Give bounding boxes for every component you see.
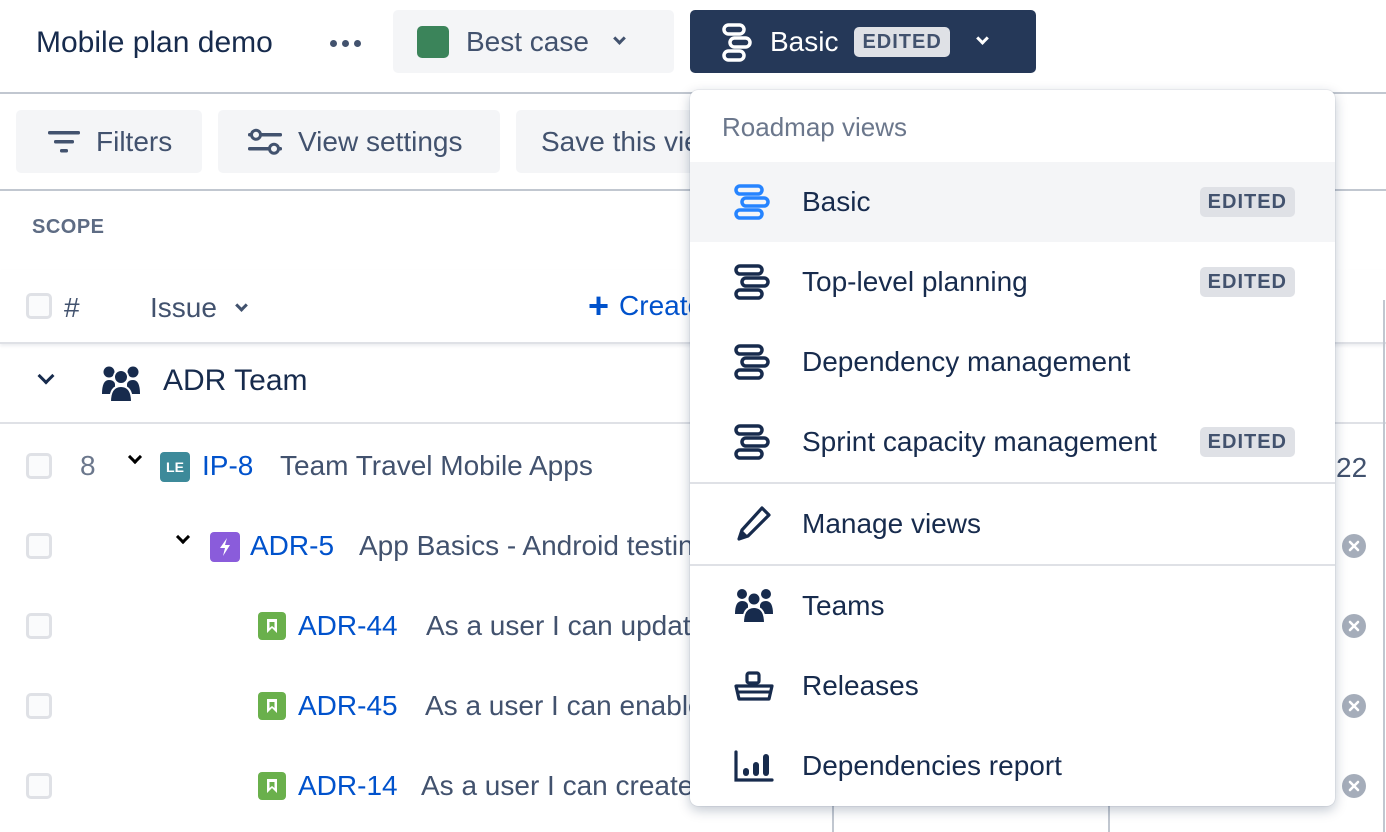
teams-icon [735,589,773,624]
row-checkbox[interactable] [26,453,52,479]
edited-badge: EDITED [854,26,950,57]
column-divider [1383,300,1385,832]
edited-badge: EDITED [1199,187,1295,217]
menu-item-label: Dependency management [802,346,1131,377]
view-settings-button[interactable]: View settings [218,110,500,173]
issue-key[interactable]: ADR-45 [298,690,398,722]
more-dots-icon [341,39,349,47]
column-divider [832,806,834,832]
top-bar: Mobile plan demo Best case Basic EDITED [0,0,1386,94]
menu-item-sprint-capacity-management[interactable]: Sprint capacity management EDITED [690,402,1335,482]
scenario-color-swatch [417,25,449,58]
create-label: Create [619,290,698,321]
chevron-down-icon [235,298,248,312]
story-bookmark-icon [258,772,286,800]
plan-title: Mobile plan demo [36,26,273,59]
pencil-icon [737,506,771,541]
issue-summary[interactable]: As a user I can create [421,770,693,802]
teams-icon [102,366,140,403]
menu-item-label: Teams [802,590,885,621]
current-view-label: Basic [770,25,839,57]
save-view-button[interactable]: Save this view [516,110,716,173]
row-checkbox[interactable] [26,773,52,799]
bar-chart-icon [734,750,774,782]
menu-item-label: Basic [802,186,871,217]
issue-key[interactable]: IP-8 [202,450,253,482]
row-checkbox[interactable] [26,533,52,559]
ship-icon [734,671,774,701]
menu-item-label: Top-level planning [802,266,1028,297]
menu-item-label: Releases [802,670,919,701]
roadmap-view-icon [734,344,770,380]
menu-item-teams[interactable]: Teams [690,566,1335,646]
menu-heading: Roadmap views [722,112,907,142]
roadmap-view-icon [734,264,770,300]
menu-item-releases[interactable]: Releases [690,646,1335,726]
epic-lightning-icon [210,532,240,562]
remove-icon[interactable] [1342,694,1366,718]
edited-badge: EDITED [1199,427,1295,457]
remove-icon[interactable] [1342,774,1366,798]
issue-key[interactable]: ADR-5 [250,530,334,562]
date-cell: 22 [1336,452,1368,483]
expand-chevron-icon[interactable] [175,529,191,545]
scope-heading: SCOPE [32,216,105,238]
more-actions-button[interactable] [318,24,372,62]
scenario-dropdown[interactable]: Best case [393,10,674,73]
more-dots-icon [353,39,361,47]
menu-item-top-level-planning[interactable]: Top-level planning EDITED [690,242,1335,322]
plus-icon: + [588,290,610,322]
collapse-chevron-icon[interactable] [37,367,55,385]
issue-key[interactable]: ADR-14 [298,770,398,802]
chevron-down-icon [613,32,626,45]
filter-icon [48,130,80,152]
view-dropdown-button[interactable]: Basic EDITED [690,10,1036,73]
roadmap-view-icon [734,424,770,460]
issue-summary[interactable]: Team Travel Mobile Apps [280,450,593,482]
filters-label: Filters [96,125,173,157]
issue-column-header[interactable]: Issue [150,292,248,324]
expand-chevron-icon[interactable] [127,449,143,465]
menu-item-dependencies-report[interactable]: Dependencies report [690,726,1335,806]
chevron-down-icon [975,32,989,45]
team-name: ADR Team [163,364,308,397]
view-settings-label: View settings [298,125,463,157]
sliders-icon [248,128,282,155]
more-dots-icon [329,39,337,47]
roadmap-view-icon [722,22,752,62]
create-issue-button[interactable]: + Create [588,290,698,322]
menu-item-basic[interactable]: Basic EDITED [690,162,1335,242]
menu-item-label: Sprint capacity management [802,426,1157,457]
edited-badge: EDITED [1199,267,1295,297]
remove-icon[interactable] [1342,534,1366,558]
filters-button[interactable]: Filters [16,110,202,173]
issue-summary[interactable]: As a user I can update [426,610,706,642]
rank-number: 8 [80,450,96,481]
roadmap-view-icon [734,184,770,220]
row-checkbox[interactable] [26,693,52,719]
column-divider [1108,806,1110,832]
issue-column-label: Issue [150,292,217,323]
menu-item-label: Dependencies report [802,750,1062,781]
level-le-icon: LE [160,452,190,482]
menu-item-manage-views[interactable]: Manage views [690,484,1335,564]
roadmap-views-menu: Roadmap views Basic EDITED Top-level pla… [690,90,1335,806]
story-bookmark-icon [258,612,286,640]
remove-icon[interactable] [1342,614,1366,638]
story-bookmark-icon [258,692,286,720]
issue-summary[interactable]: App Basics - Android testing [359,530,709,562]
row-checkbox[interactable] [26,613,52,639]
menu-item-label: Manage views [802,508,981,539]
menu-item-dependency-management[interactable]: Dependency management [690,322,1335,402]
issue-key[interactable]: ADR-44 [298,610,398,642]
rank-column-header: # [64,292,80,323]
scenario-label: Best case [466,25,589,57]
select-all-checkbox[interactable] [26,293,52,319]
issue-summary[interactable]: As a user I can enable [425,690,704,722]
